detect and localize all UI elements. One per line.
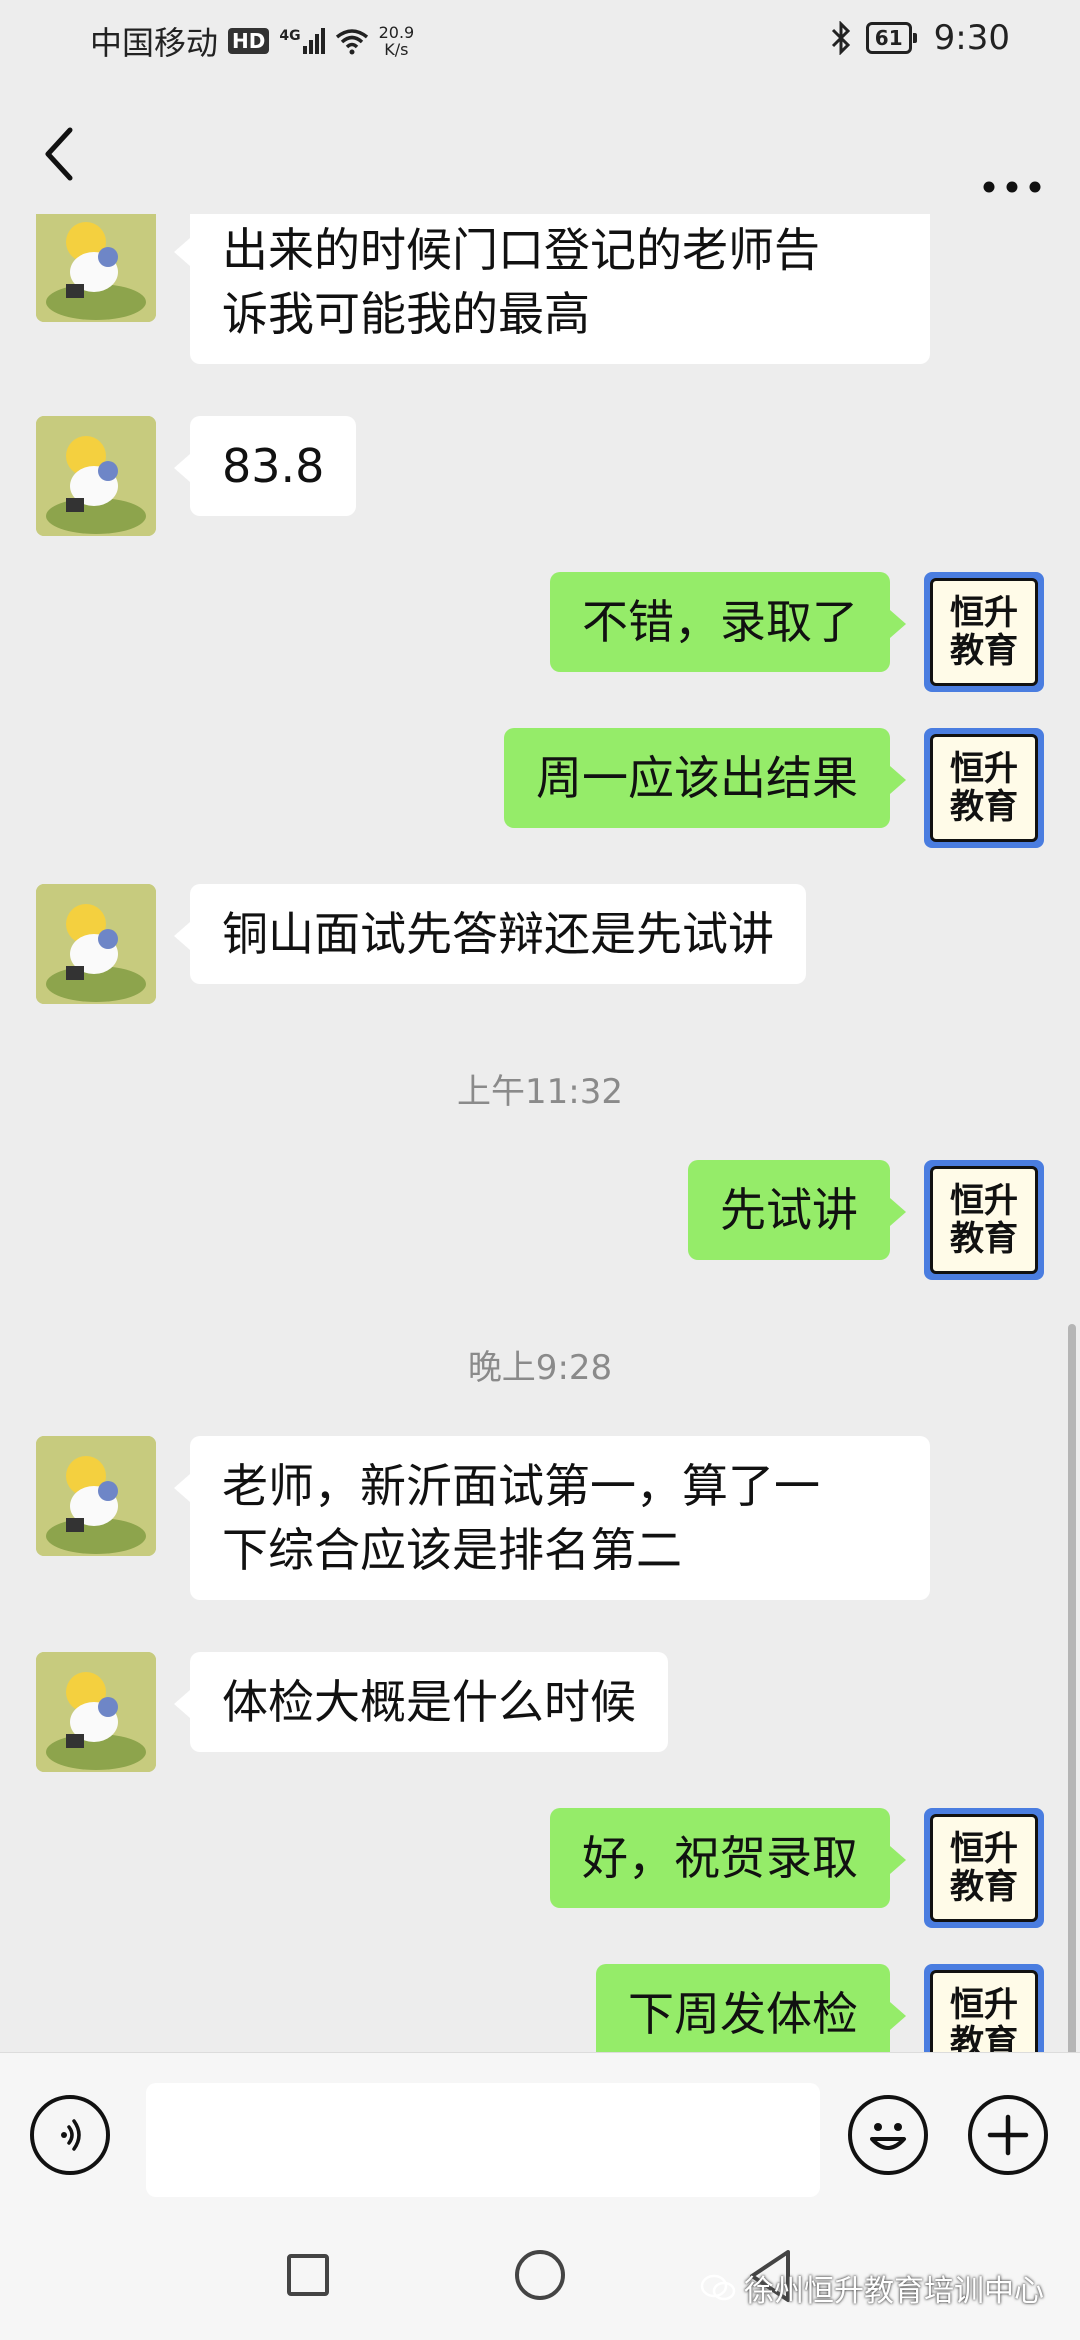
speed-value: 20.9 (378, 23, 415, 42)
input-bar (0, 2052, 1080, 2223)
avatar-image (36, 416, 156, 536)
chat-area[interactable]: 出来的时候门口登记的老师告 诉我可能我的最高 83.8 恒升 教育 不错，录取了… (0, 214, 1080, 2052)
message-bubble-received[interactable]: 体检大概是什么时候 (174, 1652, 668, 1752)
logo-line2: 教育 (950, 1867, 1018, 1907)
watermark-text: 徐州恒升教育培训中心 (744, 2274, 1044, 2309)
message-bubble-sent[interactable]: 好，祝贺录取 (550, 1808, 906, 1908)
message-text-line: 好，祝贺录取 (582, 1831, 858, 1885)
clock: 9:30 (933, 18, 1010, 58)
logo-line1: 恒升 (950, 1181, 1018, 1221)
logo-line2: 教育 (950, 631, 1018, 671)
logo-badge: 恒升 教育 (930, 1970, 1038, 2052)
message-bubble-sent[interactable]: 先试讲 (688, 1160, 906, 1260)
logo-line1: 恒升 (950, 1829, 1018, 1869)
watermark: 徐州恒升教育培训中心 (700, 2266, 1044, 2310)
more-icon[interactable] (982, 180, 1042, 194)
plus-glyph-icon (987, 2114, 1029, 2156)
message-text-line: 先试讲 (720, 1183, 858, 1237)
system-navigation-bar: 徐州恒升教育培训中心 (0, 2222, 1080, 2340)
smiley-face-icon (870, 2123, 906, 2150)
message-bubble-received[interactable]: 83.8 (173, 416, 357, 516)
recent-apps-icon[interactable] (287, 2254, 329, 2296)
network-type: 4G (279, 28, 301, 44)
message-text-line: 出来的时候门口登记的老师告 (222, 223, 820, 277)
my-avatar[interactable]: 恒升 教育 (924, 1964, 1044, 2052)
message-input[interactable] (146, 2083, 820, 2197)
chat-header (0, 84, 1080, 214)
battery-indicator: 61 (865, 22, 917, 54)
speed-unit: K/s (384, 40, 409, 59)
message-bubble-received[interactable]: 铜山面试先答辩还是先试讲 (174, 884, 806, 984)
message-bubble-received[interactable]: 出来的时候门口登记的老师告 诉我可能我的最高 (174, 214, 930, 364)
logo-line2: 教育 (950, 787, 1018, 827)
message-text-line: 老师，新沂面试第一，算了一 (222, 1459, 820, 1513)
avatar-image (36, 214, 156, 322)
my-avatar[interactable]: 恒升 教育 (924, 1160, 1044, 1280)
voice-icon[interactable] (30, 2095, 110, 2175)
message-text-line: 周一应该出结果 (536, 751, 858, 805)
status-bar: 中国移动 HD 4G 20.9 K/s 61 9:30 (0, 0, 1080, 84)
logo-line2: 教育 (950, 1219, 1018, 1259)
plus-icon[interactable] (968, 2095, 1048, 2175)
message-bubble-sent[interactable]: 周一应该出结果 (504, 728, 906, 828)
back-arrow-icon[interactable] (40, 124, 80, 184)
chat-scrollbar[interactable] (1068, 1324, 1076, 2052)
message-text-line: 83.8 (222, 439, 325, 493)
status-left: 中国移动 HD 4G 20.9 K/s (90, 18, 414, 64)
message-text-line: 下周发体检 (628, 1987, 858, 2041)
contact-avatar[interactable] (36, 1652, 156, 1772)
avatar-image (36, 1436, 156, 1556)
logo-badge: 恒升 教育 (930, 1814, 1038, 1922)
hd-badge: HD (228, 28, 270, 54)
chat-timestamp: 上午11:32 (457, 1072, 623, 1112)
contact-avatar[interactable] (36, 1436, 156, 1556)
avatar-image (36, 1652, 156, 1772)
logo-line2: 教育 (950, 2023, 1018, 2052)
contact-avatar[interactable] (36, 214, 156, 322)
message-bubble-received[interactable]: 老师，新沂面试第一，算了一 下综合应该是排名第二 (174, 1436, 930, 1600)
my-avatar[interactable]: 恒升 教育 (924, 1808, 1044, 1928)
message-text-line: 不错，录取了 (582, 595, 858, 649)
signal-icon: 4G (279, 28, 325, 54)
bluetooth-icon (831, 21, 850, 55)
logo-line1: 恒升 (950, 1985, 1018, 2025)
my-avatar[interactable]: 恒升 教育 (924, 728, 1044, 848)
logo-badge: 恒升 教育 (930, 578, 1038, 686)
message-text-line: 铜山面试先答辩还是先试讲 (222, 907, 774, 961)
wifi-icon (335, 29, 368, 55)
logo-line1: 恒升 (950, 749, 1018, 789)
status-right: 61 9:30 (830, 18, 1010, 58)
emoji-icon[interactable] (848, 2095, 928, 2175)
message-text-line: 体检大概是什么时候 (222, 1675, 636, 1729)
logo-badge: 恒升 教育 (930, 1166, 1038, 1274)
message-text-line: 下综合应该是排名第二 (222, 1523, 682, 1577)
message-text-line: 诉我可能我的最高 (222, 287, 590, 341)
voice-wave-icon (61, 2119, 81, 2151)
network-speed: 20.9 K/s (379, 24, 415, 58)
carrier-label: 中国移动 (90, 24, 219, 62)
logo-line1: 恒升 (950, 593, 1018, 633)
my-avatar[interactable]: 恒升 教育 (924, 572, 1044, 692)
logo-badge: 恒升 教育 (930, 734, 1038, 842)
contact-avatar[interactable] (36, 884, 156, 1004)
wechat-icon (700, 2274, 736, 2301)
message-bubble-sent[interactable]: 下周发体检 (596, 1964, 906, 2052)
contact-avatar[interactable] (36, 416, 156, 536)
avatar-image (36, 884, 156, 1004)
home-icon[interactable] (515, 2250, 565, 2300)
message-bubble-sent[interactable]: 不错，录取了 (550, 572, 906, 672)
chat-timestamp: 晚上9:28 (467, 1348, 613, 1388)
